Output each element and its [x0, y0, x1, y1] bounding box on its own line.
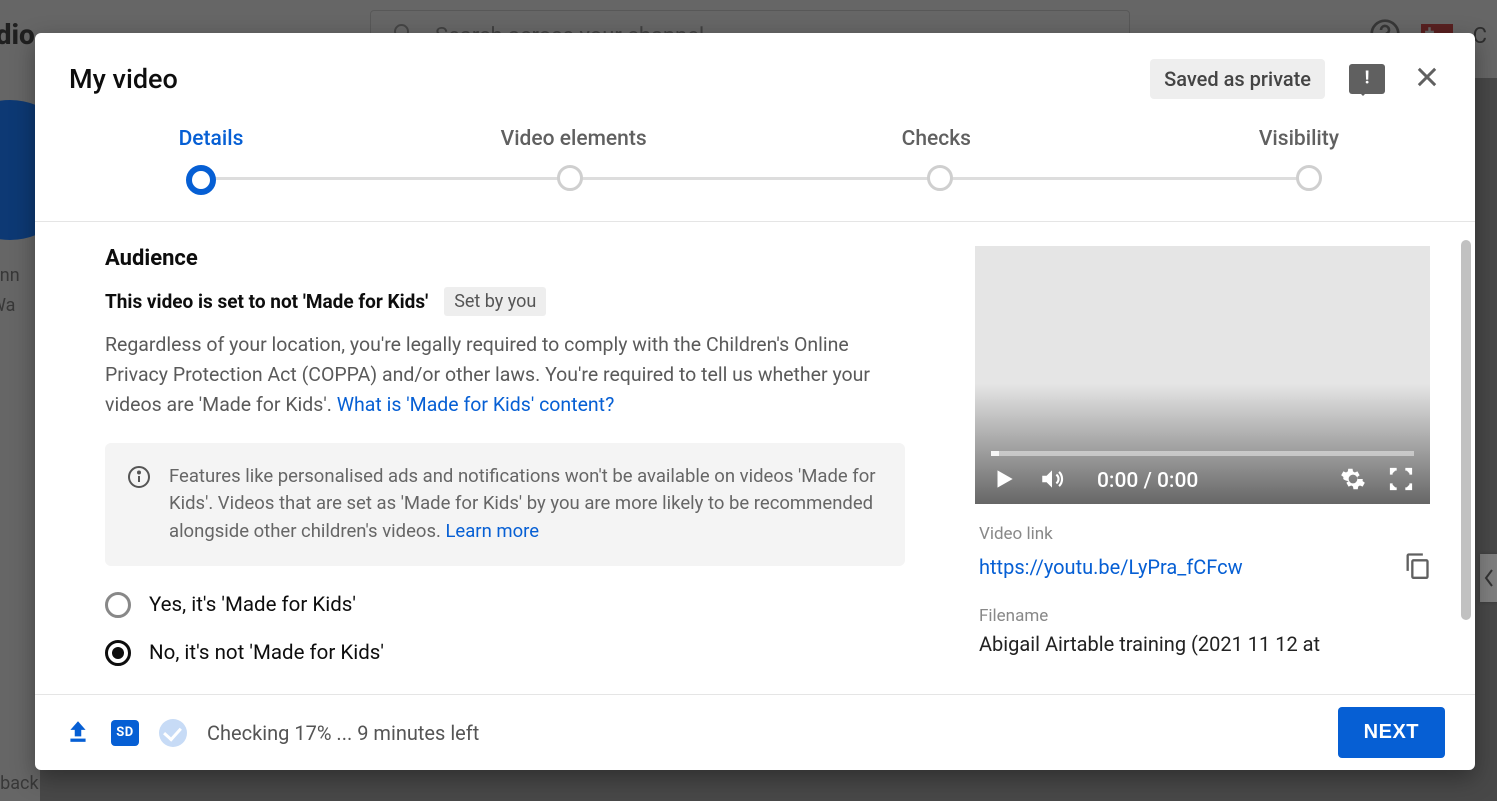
dialog-body: Audience This video is set to not 'Made … [35, 222, 1475, 694]
fullscreen-icon[interactable] [1388, 466, 1414, 496]
filename-value: Abigail Airtable training (2021 11 12 at [979, 632, 1431, 656]
what-is-mfk-link[interactable]: What is 'Made for Kids' content? [337, 393, 615, 416]
video-meta: Video link https://youtu.be/LyPra_fCFcw … [975, 504, 1435, 676]
stepper: Details Video elements Checks Visibility [35, 117, 1475, 222]
player-time: 0:00 / 0:00 [1097, 469, 1198, 493]
info-note-text: Features like personalised ads and notif… [169, 463, 883, 546]
step-details[interactable]: Details [101, 127, 321, 151]
learn-more-link[interactable]: Learn more [445, 520, 539, 542]
settings-gear-icon[interactable] [1340, 466, 1366, 496]
player-controls: 0:00 / 0:00 [991, 466, 1414, 496]
radio-icon [105, 592, 131, 618]
info-note: Features like personalised ads and notif… [105, 443, 905, 566]
step-dot-3[interactable] [927, 165, 953, 191]
copy-link-button[interactable] [1403, 550, 1431, 584]
video-preview[interactable]: 0:00 / 0:00 [975, 246, 1430, 504]
feedback-icon: ! [1365, 67, 1370, 88]
upload-dialog: My video Saved as private ! Details Vide… [35, 33, 1475, 770]
close-button[interactable] [1413, 63, 1441, 95]
feedback-button[interactable]: ! [1349, 64, 1385, 94]
details-panel: Audience This video is set to not 'Made … [35, 222, 975, 694]
scrollbar-thumb[interactable] [1461, 240, 1471, 620]
radio-label: No, it's not 'Made for Kids' [149, 641, 384, 665]
step-dot-1[interactable] [186, 165, 216, 195]
radio-icon [105, 640, 131, 666]
filename-label: Filename [979, 606, 1431, 626]
radio-made-for-kids-no[interactable]: No, it's not 'Made for Kids' [105, 640, 935, 666]
step-dot-2[interactable] [557, 165, 583, 191]
volume-icon[interactable] [1039, 466, 1065, 496]
audience-description: Regardless of your location, you're lega… [105, 330, 905, 421]
video-link-label: Video link [979, 524, 1431, 544]
step-checks[interactable]: Checks [826, 127, 1046, 151]
radio-made-for-kids-yes[interactable]: Yes, it's 'Made for Kids' [105, 592, 935, 618]
radio-label: Yes, it's 'Made for Kids' [149, 593, 356, 617]
dialog-title: My video [69, 63, 178, 95]
processing-status: Checking 17% ... 9 minutes left [207, 721, 479, 745]
audience-heading: Audience [105, 246, 935, 271]
upload-icon [65, 718, 91, 748]
progress-bar[interactable] [991, 451, 1414, 456]
step-dot-4[interactable] [1296, 165, 1322, 191]
save-status-chip: Saved as private [1150, 59, 1325, 99]
made-for-kids-status: This video is set to not 'Made for Kids' [105, 290, 428, 313]
step-visibility[interactable]: Visibility [1189, 127, 1409, 151]
preview-panel: 0:00 / 0:00 Video link https://youtu.be/… [975, 222, 1475, 694]
dialog-footer: SD Checking 17% ... 9 minutes left NEXT [35, 694, 1475, 770]
set-by-you-chip: Set by you [444, 287, 546, 316]
sd-badge: SD [111, 720, 139, 746]
check-complete-icon [159, 719, 187, 747]
step-video-elements[interactable]: Video elements [464, 127, 684, 151]
dialog-header: My video Saved as private ! [35, 33, 1475, 117]
video-link[interactable]: https://youtu.be/LyPra_fCFcw [979, 555, 1243, 579]
info-icon [127, 465, 151, 493]
next-button[interactable]: NEXT [1338, 707, 1445, 758]
play-icon[interactable] [991, 466, 1017, 496]
step-line [201, 177, 1309, 180]
